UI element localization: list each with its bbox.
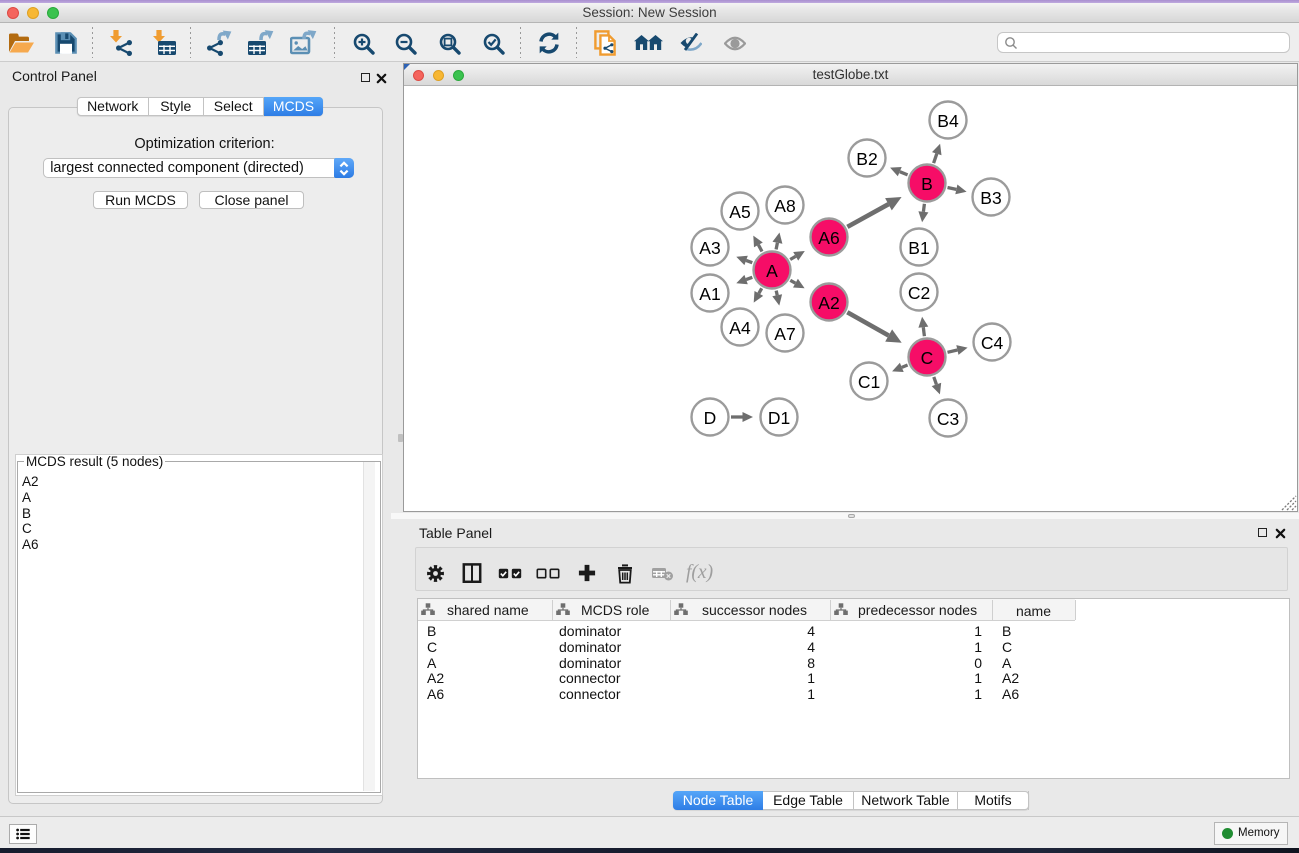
svg-text:A6: A6 [818,228,839,248]
svg-text:A2: A2 [818,293,839,313]
svg-text:A: A [766,261,778,281]
svg-text:C: C [921,348,934,368]
svg-text:A4: A4 [729,318,751,338]
svg-text:B: B [921,174,933,194]
svg-text:A8: A8 [774,196,795,216]
svg-text:B2: B2 [856,149,877,169]
svg-text:D1: D1 [768,408,790,428]
svg-text:B1: B1 [908,238,929,258]
svg-text:B3: B3 [980,188,1001,208]
svg-text:C4: C4 [981,333,1004,353]
svg-text:D: D [704,408,717,428]
svg-text:A1: A1 [699,284,720,304]
svg-text:B4: B4 [937,111,959,131]
svg-text:A5: A5 [729,202,750,222]
svg-text:C2: C2 [908,283,930,303]
svg-text:A3: A3 [699,238,720,258]
svg-text:C1: C1 [858,372,880,392]
svg-text:A7: A7 [774,324,795,344]
svg-text:C3: C3 [937,409,959,429]
